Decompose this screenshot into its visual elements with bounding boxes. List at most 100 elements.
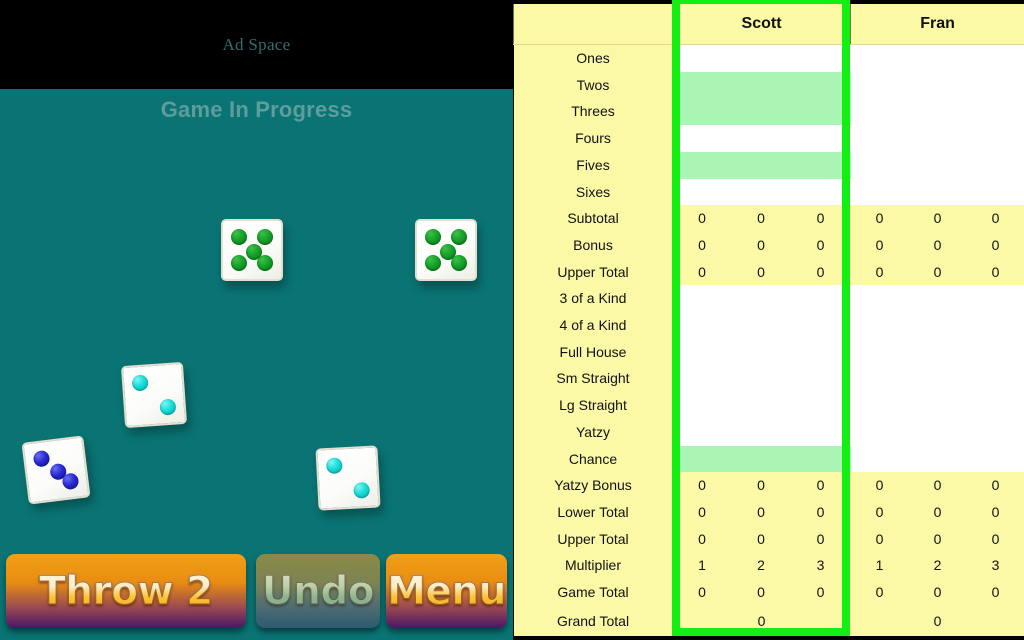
- cell-fran-threes-col2[interactable]: [908, 98, 967, 126]
- cell-fran-chance-col1[interactable]: [850, 445, 909, 473]
- cell-scott-multiplier-col2: 2: [731, 552, 791, 580]
- cell-fran-4-of-a-kind-col1[interactable]: [850, 312, 909, 339]
- ad-banner[interactable]: Ad Space: [0, 0, 513, 89]
- cell-fran-3-of-a-kind-col1[interactable]: [850, 285, 909, 313]
- cell-fran-threes-col1[interactable]: [850, 98, 909, 126]
- cell-scott-chance-col2[interactable]: [731, 445, 791, 473]
- cell-fran-bonus-col1: 0: [850, 231, 909, 259]
- cell-fran-fives-col1[interactable]: [850, 151, 909, 179]
- cell-fran-lg-straight-col3[interactable]: [966, 392, 1024, 419]
- die-4-value-3[interactable]: [21, 435, 91, 505]
- cell-scott-threes-col1[interactable]: [672, 98, 732, 126]
- cell-scott-3-of-a-kind-col1[interactable]: [672, 285, 732, 313]
- menu-button[interactable]: Menu: [386, 554, 507, 628]
- cell-scott-ones-col3[interactable]: [790, 44, 851, 72]
- cell-fran-twos-col3[interactable]: [966, 71, 1024, 99]
- cell-fran-full-house-col3[interactable]: [966, 338, 1024, 366]
- cell-scott-fours-col3[interactable]: [790, 125, 851, 152]
- cell-fran-fives-col2[interactable]: [908, 151, 967, 179]
- game-panel: Ad Space Game In Progress Throw 2 Undo M…: [0, 0, 513, 640]
- grand-total-row: Grand Total 0 0: [513, 605, 1024, 636]
- cell-scott-sm-straight-col1[interactable]: [672, 365, 732, 393]
- cell-scott-yatzy-col2[interactable]: [731, 418, 791, 446]
- cell-scott-sixes-col3[interactable]: [790, 178, 851, 206]
- cell-scott-sm-straight-col3[interactable]: [790, 365, 851, 393]
- cell-fran-chance-col2[interactable]: [908, 445, 967, 473]
- cell-fran-sm-straight-col2[interactable]: [908, 365, 967, 393]
- header-corner-blank: [513, 4, 673, 45]
- cell-fran-3-of-a-kind-col3[interactable]: [966, 285, 1024, 313]
- cell-scott-chance-col3[interactable]: [790, 445, 851, 473]
- cell-scott-4-of-a-kind-col2[interactable]: [731, 312, 791, 339]
- cell-fran-3-of-a-kind-col2[interactable]: [908, 285, 967, 313]
- player-header-fran[interactable]: Fran: [850, 4, 1024, 45]
- cell-fran-yatzy-col3[interactable]: [966, 418, 1024, 446]
- cell-fran-4-of-a-kind-col3[interactable]: [966, 312, 1024, 339]
- cell-fran-fours-col3[interactable]: [966, 125, 1024, 152]
- cell-scott-twos-col2[interactable]: [731, 71, 791, 99]
- cell-scott-3-of-a-kind-col2[interactable]: [731, 285, 791, 313]
- cell-scott-yatzy-col1[interactable]: [672, 418, 732, 446]
- cell-fran-full-house-col2[interactable]: [908, 338, 967, 366]
- cell-scott-ones-col2[interactable]: [731, 44, 791, 72]
- cell-fran-full-house-col1[interactable]: [850, 338, 909, 366]
- cell-fran-ones-col1[interactable]: [850, 44, 909, 72]
- cell-scott-lg-straight-col1[interactable]: [672, 392, 732, 419]
- cell-fran-yatzy-col1[interactable]: [850, 418, 909, 446]
- cell-fran-lg-straight-col2[interactable]: [908, 392, 967, 419]
- cell-scott-3-of-a-kind-col3[interactable]: [790, 285, 851, 313]
- player-header-scott[interactable]: Scott: [671, 4, 852, 45]
- cell-scott-subtotal-col1: 0: [672, 205, 732, 232]
- row-label-subtotal: Subtotal: [513, 205, 673, 232]
- cell-scott-sixes-col2[interactable]: [731, 178, 791, 206]
- cell-scott-full-house-col1[interactable]: [672, 338, 732, 366]
- cell-fran-sm-straight-col3[interactable]: [966, 365, 1024, 393]
- cell-fran-yatzy-col2[interactable]: [908, 418, 967, 446]
- die-5-value-2[interactable]: [315, 445, 381, 511]
- game-button-bar: Throw 2 Undo Menu: [0, 554, 513, 632]
- cell-scott-4-of-a-kind-col1[interactable]: [672, 312, 732, 339]
- cell-scott-chance-col1[interactable]: [672, 445, 732, 473]
- cell-scott-fives-col1[interactable]: [672, 151, 732, 179]
- cell-fran-sixes-col1[interactable]: [850, 178, 909, 206]
- cell-scott-full-house-col2[interactable]: [731, 338, 791, 366]
- cell-fran-sm-straight-col1[interactable]: [850, 365, 909, 393]
- cell-scott-full-house-col3[interactable]: [790, 338, 851, 366]
- cell-scott-ones-col1[interactable]: [672, 44, 732, 72]
- cell-scott-fives-col3[interactable]: [790, 151, 851, 179]
- cell-fran-threes-col3[interactable]: [966, 98, 1024, 126]
- cell-scott-upper-total-col3: 0: [790, 258, 851, 286]
- cell-fran-ones-col2[interactable]: [908, 44, 967, 72]
- cell-fran-ones-col3[interactable]: [966, 44, 1024, 72]
- cell-fran-chance-col3[interactable]: [966, 445, 1024, 473]
- cell-fran-lg-straight-col1[interactable]: [850, 392, 909, 419]
- cell-fran-fives-col3[interactable]: [966, 151, 1024, 179]
- cell-scott-threes-col2[interactable]: [731, 98, 791, 126]
- cell-fran-twos-col2[interactable]: [908, 71, 967, 99]
- cell-scott-twos-col3[interactable]: [790, 71, 851, 99]
- cell-scott-threes-col3[interactable]: [790, 98, 851, 126]
- cell-scott-fours-col1[interactable]: [672, 125, 732, 152]
- cell-fran-sixes-col3[interactable]: [966, 178, 1024, 206]
- cell-scott-yatzy-col3[interactable]: [790, 418, 851, 446]
- cell-fran-fours-col1[interactable]: [850, 125, 909, 152]
- cell-scott-twos-col1[interactable]: [672, 71, 732, 99]
- cell-scott-sixes-col1[interactable]: [672, 178, 732, 206]
- cell-scott-lg-straight-col3[interactable]: [790, 392, 851, 419]
- cell-fran-fours-col2[interactable]: [908, 125, 967, 152]
- cell-fran-twos-col1[interactable]: [850, 71, 909, 99]
- undo-button[interactable]: Undo: [256, 554, 380, 628]
- die-1-value-5-held[interactable]: [221, 219, 283, 281]
- row-label-full-house: Full House: [513, 338, 673, 366]
- die-3-value-2[interactable]: [120, 361, 188, 429]
- cell-fran-sixes-col2[interactable]: [908, 178, 967, 206]
- cell-fran-yatzy-bonus-col2: 0: [908, 472, 967, 499]
- die-2-value-5-held[interactable]: [415, 219, 477, 281]
- cell-scott-lg-straight-col2[interactable]: [731, 392, 791, 419]
- cell-scott-sm-straight-col2[interactable]: [731, 365, 791, 393]
- throw-button[interactable]: Throw 2: [6, 554, 246, 628]
- cell-fran-4-of-a-kind-col2[interactable]: [908, 312, 967, 339]
- cell-scott-fives-col2[interactable]: [731, 151, 791, 179]
- cell-scott-4-of-a-kind-col3[interactable]: [790, 312, 851, 339]
- cell-scott-fours-col2[interactable]: [731, 125, 791, 152]
